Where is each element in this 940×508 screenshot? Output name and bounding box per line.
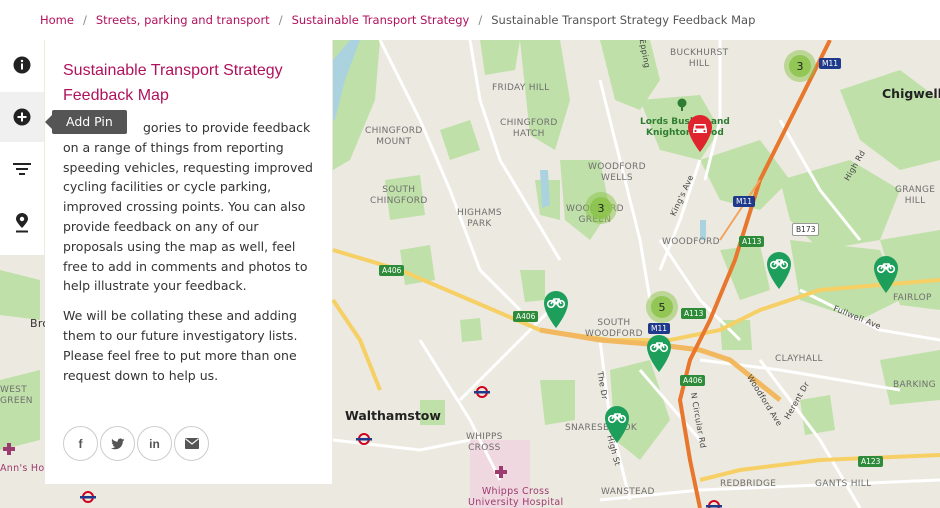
park-tree-icon <box>677 98 687 111</box>
bicycle-pin[interactable] <box>872 254 900 294</box>
label-buckhurst: BUCKHURST HILL <box>670 48 729 69</box>
twitter-share-button[interactable] <box>100 426 135 461</box>
road-shield-a113: A113 <box>681 308 707 319</box>
road-shield-a406: A406 <box>513 311 539 322</box>
label-chingford-mount: CHINGFORD MOUNT <box>365 126 423 147</box>
label-fairlop: FAIRLOP <box>893 293 932 303</box>
road-shield-m11: M11 <box>733 196 756 207</box>
hospital-icon <box>495 466 507 478</box>
email-share-button[interactable] <box>174 426 209 461</box>
road-shield-a123: A123 <box>858 456 884 467</box>
filter-button[interactable] <box>0 144 44 194</box>
facebook-share-button[interactable]: f <box>63 426 98 461</box>
pin-cluster[interactable]: 3 <box>585 192 617 224</box>
label-barking: BARKING <box>893 380 936 390</box>
share-buttons: f in <box>63 426 209 461</box>
info-icon <box>13 56 31 74</box>
pin-cluster-count: 3 <box>590 197 612 219</box>
panel-description: gories to provide feedback on a range of… <box>63 118 314 296</box>
label-highams-park: HIGHAMS PARK <box>457 208 502 229</box>
road-shield-b173: B173 <box>792 223 820 236</box>
pin-cluster-count: 5 <box>651 296 673 318</box>
panel-description-text: gories to provide feedback on a range of… <box>63 120 313 294</box>
label-west-green: WEST GREEN <box>0 385 33 406</box>
breadcrumb-streets[interactable]: Streets, parking and transport <box>96 13 270 27</box>
facebook-icon: f <box>78 436 83 451</box>
bicycle-pin[interactable] <box>645 333 673 373</box>
label-grange-hill: GRANGE HILL <box>895 185 936 206</box>
panel-collating-text: We will be collating these and adding th… <box>63 308 298 383</box>
road-shield-a406: A406 <box>680 375 706 386</box>
filter-icon <box>13 163 31 175</box>
bicycle-pin[interactable] <box>603 404 631 444</box>
breadcrumb-separator: / <box>82 13 87 27</box>
hospital-icon <box>3 443 15 455</box>
underground-icon <box>80 491 96 503</box>
pin-cluster-count: 3 <box>789 55 811 77</box>
label-chingford-hatch: CHINGFORD HATCH <box>500 118 558 139</box>
label-wanstead: WANSTEAD <box>601 487 655 497</box>
panel-title: Sustainable Transport Strategy Feedback … <box>63 62 283 104</box>
label-clayhall: CLAYHALL <box>775 354 823 364</box>
mail-icon <box>184 438 199 449</box>
label-woodford-wells: WOODFORD WELLS <box>588 162 646 183</box>
map-toolbar <box>0 40 44 255</box>
breadcrumb: Home / Streets, parking and transport / … <box>0 0 940 40</box>
road-shield-a113: A113 <box>739 236 765 247</box>
info-panel: Sustainable Transport Strategy Feedback … <box>45 40 332 484</box>
bicycle-pin[interactable] <box>765 250 793 290</box>
breadcrumb-home[interactable]: Home <box>40 13 74 27</box>
add-pin-tooltip: Add Pin <box>45 110 127 134</box>
breadcrumb-strategy[interactable]: Sustainable Transport Strategy <box>292 13 470 27</box>
info-button[interactable] <box>0 40 44 90</box>
add-pin-icon <box>13 108 31 126</box>
pin-cluster[interactable]: 3 <box>784 50 816 82</box>
location-icon <box>16 213 28 233</box>
underground-icon <box>474 386 490 398</box>
label-walthamstow: Walthamstow <box>345 408 441 423</box>
label-anns-hospital: Ann's Hos <box>0 463 50 474</box>
underground-icon <box>356 433 372 445</box>
breadcrumb-current: Sustainable Transport Strategy Feedback … <box>491 13 756 27</box>
car-pin[interactable] <box>686 113 714 153</box>
label-south-chingford: SOUTH CHINGFORD <box>370 185 428 206</box>
label-whipps-hospital: Whipps Cross University Hospital <box>468 486 564 508</box>
linkedin-share-button[interactable]: in <box>137 426 172 461</box>
label-gants-hill: GANTS HILL <box>815 479 872 489</box>
label-lords-bushes: Lords Bushes and Knighton Wood <box>640 117 730 138</box>
label-friday-hill: FRIDAY HILL <box>492 83 550 93</box>
label-whipps-cross: WHIPPS CROSS <box>466 432 503 453</box>
underground-icon <box>706 500 722 508</box>
my-location-button[interactable] <box>0 198 44 248</box>
breadcrumb-separator: / <box>478 13 483 27</box>
label-woodford: WOODFORD <box>662 237 720 247</box>
pin-cluster[interactable]: 5 <box>646 291 678 323</box>
bicycle-pin[interactable] <box>542 289 570 329</box>
label-south-woodford: SOUTH WOODFORD <box>585 318 643 339</box>
road-shield-m11: M11 <box>819 58 842 69</box>
label-chigwell: Chigwell <box>882 86 940 101</box>
add-pin-button[interactable] <box>0 92 44 142</box>
twitter-icon <box>110 438 124 449</box>
linkedin-icon: in <box>149 436 160 451</box>
breadcrumb-separator: / <box>278 13 283 27</box>
label-redbridge: REDBRIDGE <box>720 479 777 489</box>
road-shield-a406: A406 <box>379 265 405 276</box>
